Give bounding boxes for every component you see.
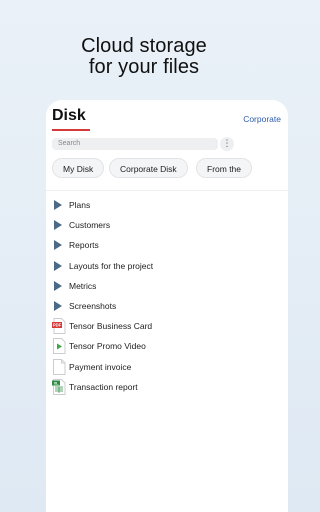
list-item[interactable]: Metrics [46, 276, 288, 296]
divider [46, 190, 288, 191]
list-item-label: Layouts for the project [69, 260, 154, 271]
folder-icon [54, 200, 62, 210]
list-item[interactable]: Tensor Promo Video [46, 336, 288, 356]
folder-icon [54, 280, 62, 291]
list-item[interactable]: Screenshots [46, 296, 288, 316]
corporate-link[interactable]: Corporate [243, 114, 281, 124]
pdf-file-icon: PDF [52, 318, 66, 335]
xl-badge: XL [54, 381, 59, 385]
list-item[interactable]: PDF Tensor Business Card [46, 316, 288, 336]
tabs-fade [264, 158, 288, 182]
list-item-label: Transaction report [69, 381, 138, 392]
list-item[interactable]: XL Transaction report [46, 377, 288, 397]
pdf-badge: PDF [53, 323, 62, 328]
search-row: Search ⋮ [46, 136, 288, 154]
tab-from-the[interactable]: From the [196, 158, 253, 178]
list-item[interactable]: Payment invoice [46, 357, 288, 377]
list-item[interactable]: Plans [46, 195, 288, 215]
list-item[interactable]: Reports [46, 235, 288, 255]
file-list: Plans Customers Reports Layouts for the … [46, 195, 288, 397]
search-input[interactable]: Search [52, 138, 218, 150]
list-item[interactable]: Layouts for the project [46, 256, 288, 276]
folder-icon [54, 260, 62, 271]
page-title: Disk [52, 107, 86, 124]
headline: Cloud storage for your files [0, 36, 288, 78]
spreadsheet-file-icon: XL [52, 378, 66, 395]
list-item-label: Metrics [69, 280, 97, 291]
video-file-icon [53, 338, 66, 355]
list-item-label: Screenshots [69, 300, 117, 311]
list-item[interactable]: Customers [46, 215, 288, 235]
list-item-label: Tensor Promo Video [69, 341, 146, 352]
list-item-label: Customers [69, 220, 111, 231]
more-options-button[interactable]: ⋮ [220, 137, 234, 151]
app-header: Disk Corporate [46, 100, 288, 134]
folder-icon [54, 220, 62, 231]
tab-corporate-disk[interactable]: Corporate Disk [109, 158, 188, 178]
list-item-label: Tensor Business Card [69, 321, 153, 332]
tab-my-disk[interactable]: My Disk [52, 158, 105, 178]
folder-icon [54, 300, 62, 311]
list-item-label: Payment invoice [69, 361, 132, 372]
list-item-label: Plans [69, 200, 91, 210]
document-file-icon [53, 358, 66, 375]
title-underline [52, 129, 90, 131]
folder-icon [54, 240, 62, 251]
headline-line-2: for your files [88, 56, 200, 78]
disk-tabs: My Disk Corporate Disk From the [46, 158, 288, 182]
list-item-label: Reports [69, 240, 99, 251]
app-screen: Disk Corporate Search ⋮ My Disk Corporat… [46, 100, 288, 512]
headline-line-1: Cloud storage [81, 35, 207, 57]
